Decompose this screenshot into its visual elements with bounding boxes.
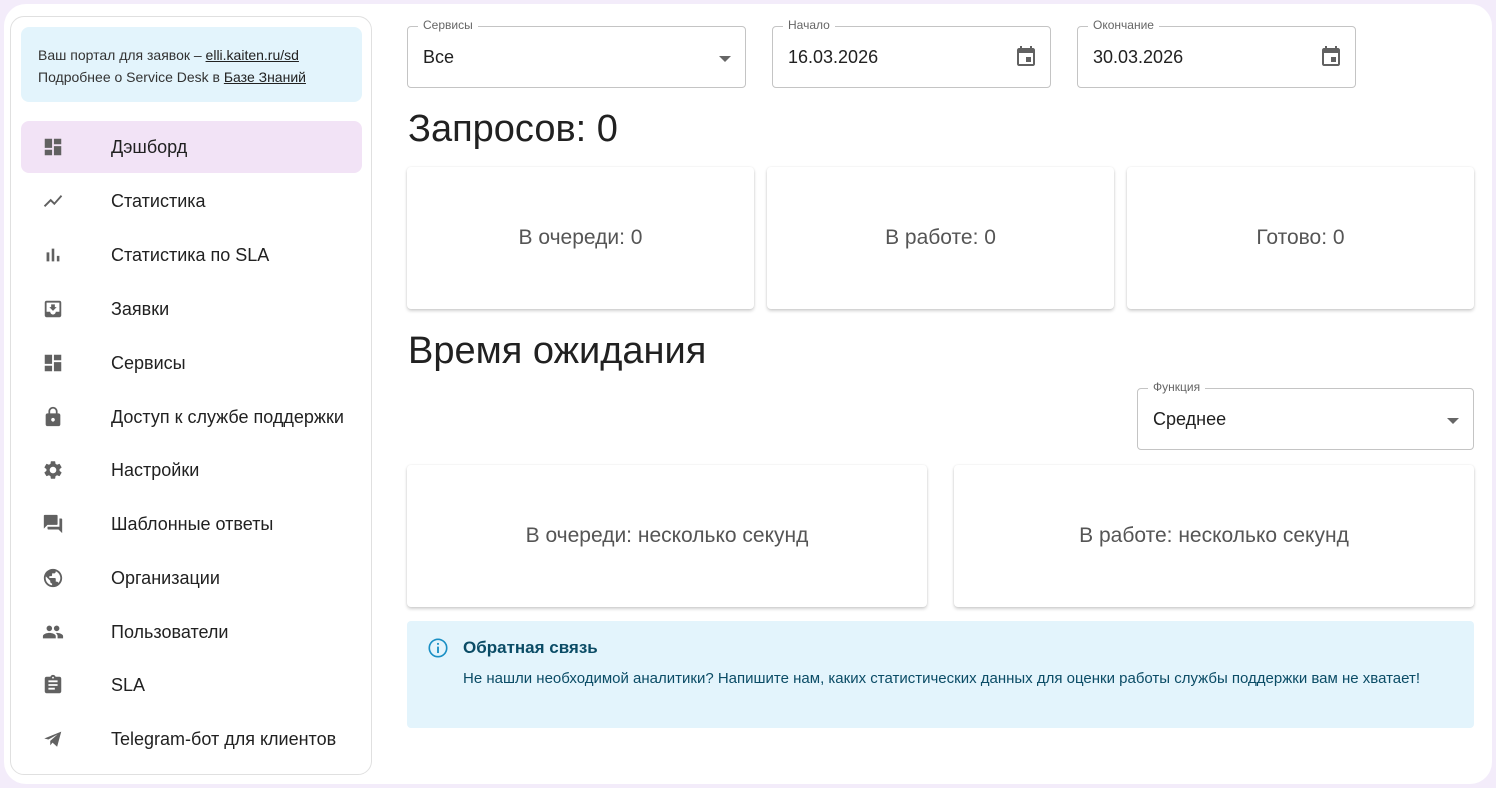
- function-select-label: Функция: [1148, 380, 1206, 394]
- waiting-time-title: Время ожидания: [408, 330, 707, 372]
- in-progress-count-card: В работе: 0: [767, 167, 1114, 309]
- sidebar-item-label: Telegram-бот для клиентов: [111, 728, 337, 749]
- chat-icon: [41, 512, 65, 536]
- sidebar-item-label: Организации: [111, 567, 220, 588]
- info-icon: [427, 637, 449, 659]
- in-progress-wait-card: В работе: несколько секунд: [954, 465, 1474, 607]
- inbox-icon: [41, 297, 65, 321]
- chevron-down-icon: [1447, 418, 1459, 424]
- clipboard-icon: [41, 673, 65, 697]
- sidebar-item-settings[interactable]: Настройки: [21, 444, 362, 496]
- portal-link[interactable]: elli.kaiten.ru/sd: [206, 47, 299, 63]
- sidebar-item-tickets[interactable]: Заявки: [21, 283, 362, 335]
- sidebar-item-label: Доступ к службе поддержки: [111, 406, 344, 427]
- sidebar-item-label: Настройки: [111, 459, 200, 480]
- sidebar-item-services[interactable]: Сервисы: [21, 337, 362, 389]
- feedback-alert: Обратная связь Не нашли необходимой анал…: [407, 621, 1474, 728]
- portal-info-box: Ваш портал для заявок – elli.kaiten.ru/s…: [21, 27, 362, 102]
- globe-icon: [41, 566, 65, 590]
- sidebar-item-label: Дэшборд: [111, 136, 188, 157]
- done-count-text: Готово: 0: [1256, 226, 1345, 249]
- calendar-icon[interactable]: [1319, 45, 1343, 69]
- bar-chart-icon: [41, 243, 65, 267]
- sidebar-item-label: Статистика: [111, 190, 206, 211]
- feedback-text: Не нашли необходимой аналитики? Напишите…: [463, 670, 1421, 687]
- sidebar-item-organizations[interactable]: Организации: [21, 552, 362, 604]
- sidebar: Ваш портал для заявок – elli.kaiten.ru/s…: [10, 16, 372, 775]
- function-select[interactable]: Функция Среднее: [1137, 380, 1474, 450]
- queue-count-card: В очереди: 0: [407, 167, 754, 309]
- sidebar-item-templates[interactable]: Шаблонные ответы: [21, 498, 362, 550]
- feedback-title: Обратная связь: [463, 638, 598, 657]
- people-icon: [41, 620, 65, 644]
- sidebar-item-label: Статистика по SLA: [111, 244, 270, 265]
- in-progress-count-text: В работе: 0: [885, 226, 996, 249]
- queue-wait-text: В очереди: несколько секунд: [525, 524, 809, 547]
- sidebar-item-support-access[interactable]: Доступ к службе поддержки: [21, 391, 362, 443]
- lock-icon: [41, 405, 65, 429]
- start-date-label: Начало: [783, 18, 835, 32]
- sidebar-item-label: Пользователи: [111, 621, 229, 642]
- queue-wait-card: В очереди: несколько секунд: [407, 465, 927, 607]
- start-date-value: 16.03.2026: [788, 47, 879, 67]
- dashboard-icon: [41, 351, 65, 375]
- end-date-label: Окончание: [1088, 18, 1159, 32]
- sidebar-item-sla[interactable]: SLA: [21, 659, 362, 711]
- services-select[interactable]: Сервисы Все: [407, 18, 746, 88]
- sidebar-item-label: Сервисы: [111, 352, 186, 373]
- send-icon: [41, 727, 65, 751]
- gear-icon: [41, 458, 65, 482]
- trending-icon: [41, 189, 65, 213]
- portal-text: Ваш портал для заявок –: [38, 47, 206, 63]
- end-date-value: 30.03.2026: [1093, 47, 1184, 67]
- sidebar-item-users[interactable]: Пользователи: [21, 606, 362, 658]
- requests-title: Запросов: 0: [408, 108, 618, 150]
- services-select-value: Все: [423, 47, 455, 67]
- function-select-value: Среднее: [1153, 409, 1227, 429]
- portal-line-2: Подробнее о Service Desk в Базе Знаний: [38, 66, 362, 88]
- sidebar-item-dashboard[interactable]: Дэшборд: [21, 121, 362, 173]
- sidebar-item-sla-statistics[interactable]: Статистика по SLA: [21, 229, 362, 281]
- calendar-icon[interactable]: [1014, 45, 1038, 69]
- chevron-down-icon: [719, 56, 731, 62]
- knowledge-base-link[interactable]: Базе Знаний: [224, 69, 306, 85]
- queue-count-text: В очереди: 0: [518, 226, 643, 249]
- knowledge-base-text: Подробнее о Service Desk в: [38, 69, 224, 85]
- end-date-field[interactable]: Окончание 30.03.2026: [1077, 18, 1356, 88]
- in-progress-wait-text: В работе: несколько секунд: [1079, 524, 1349, 547]
- sidebar-item-label: Шаблонные ответы: [111, 513, 274, 534]
- dashboard-icon: [41, 135, 65, 159]
- sidebar-item-label: Заявки: [111, 298, 170, 319]
- sidebar-item-label: SLA: [111, 674, 146, 695]
- services-select-label: Сервисы: [418, 18, 478, 32]
- start-date-field[interactable]: Начало 16.03.2026: [772, 18, 1051, 88]
- done-count-card: Готово: 0: [1127, 167, 1474, 309]
- sidebar-item-statistics[interactable]: Статистика: [21, 175, 362, 227]
- sidebar-item-telegram-bot[interactable]: Telegram-бот для клиентов: [21, 713, 362, 765]
- portal-line-1: Ваш портал для заявок – elli.kaiten.ru/s…: [38, 44, 362, 66]
